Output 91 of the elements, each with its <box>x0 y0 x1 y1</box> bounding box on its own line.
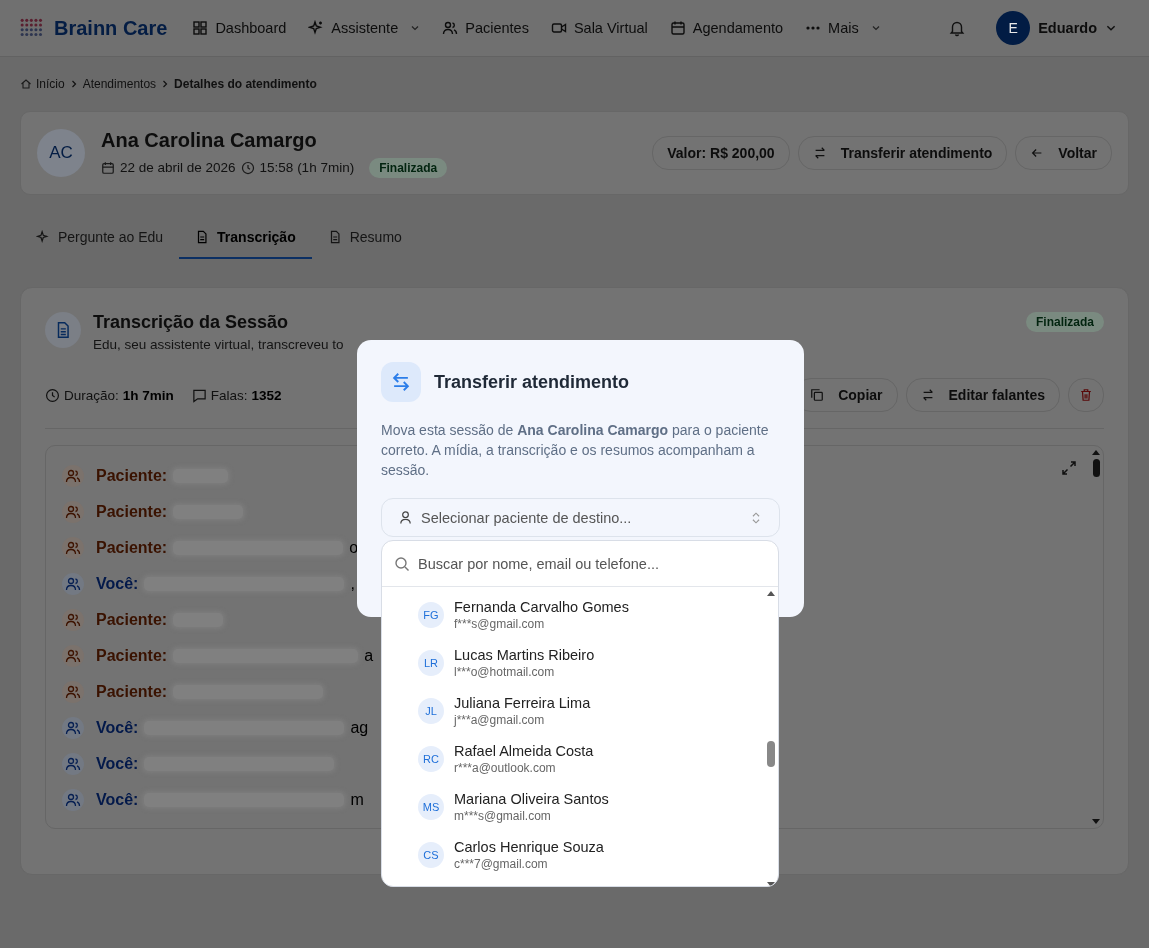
nav-item[interactable]: Assistente <box>299 14 430 42</box>
nav-item[interactable]: Agendamento <box>660 14 793 42</box>
caret-icon <box>870 23 881 33</box>
patient-option[interactable]: FG Fernanda Carvalho Gomes f***s@gmail.com <box>418 591 778 639</box>
section-title: Transcrição da Sessão <box>93 312 290 333</box>
dialog-title: Transferir atendimento <box>434 371 630 393</box>
scrollbar[interactable] <box>766 591 776 886</box>
speaker-label: Paciente: <box>96 647 168 665</box>
users-icon <box>62 501 84 523</box>
speaker-label: Você: <box>96 575 139 593</box>
back-button[interactable]: Voltar <box>1015 136 1112 170</box>
users-icon <box>62 681 84 703</box>
video-camera-icon <box>550 20 567 36</box>
status-badge: Finalizada <box>1026 312 1104 332</box>
price-button[interactable]: Valor: R$ 200,00 <box>652 136 790 170</box>
users-icon <box>62 645 84 667</box>
tab[interactable]: Transcrição <box>179 217 312 259</box>
users-icon <box>62 753 84 775</box>
speech-bubble-icon <box>191 387 207 403</box>
nav-item[interactable]: Pacientes <box>433 14 538 42</box>
nav-item[interactable]: Dashboard <box>183 14 296 42</box>
appointment-time: 15:58 (1h 7min) <box>259 160 355 175</box>
user-name[interactable]: Eduardo <box>1038 20 1097 36</box>
calendar-icon <box>669 20 686 36</box>
clock-icon <box>45 387 60 403</box>
sparkle-icon <box>308 20 325 36</box>
speaker-label: Você: <box>96 791 139 809</box>
transcript-text: o <box>349 539 359 557</box>
section-subtitle: Edu, seu assistente virtual, transcreveu to <box>93 337 344 352</box>
copy-icon <box>810 388 825 402</box>
clock-icon <box>240 160 255 175</box>
users-icon <box>62 789 84 811</box>
nav-item[interactable]: Sala Virtual <box>541 14 657 42</box>
status-badge: Finalizada <box>369 157 448 178</box>
nav-item[interactable]: Mais <box>796 14 890 42</box>
speaker-label: Você: <box>96 719 139 737</box>
edit-speakers-button[interactable]: Editar falantes <box>905 378 1060 412</box>
dotted-logo-icon <box>20 18 44 38</box>
patient-option[interactable]: MS Mariana Oliveira Santos m***s@gmail.com <box>418 783 778 831</box>
patient-name: Ana Carolina Camargo <box>101 128 318 152</box>
expand-icon[interactable] <box>1061 460 1077 476</box>
users-icon <box>442 20 459 36</box>
patient-option[interactable]: LR Lucas Martins Ribeiro l***o@hotmail.com <box>418 639 778 687</box>
speaker-label: Você: <box>96 755 139 773</box>
user-avatar[interactable]: E <box>996 11 1031 45</box>
swap-arrows-icon <box>381 362 421 402</box>
patient-option[interactable]: JL Juliana Ferreira Lima j***a@gmail.com <box>418 687 778 735</box>
patient-option[interactable]: RC Rafael Almeida Costa r***a@outlook.com <box>418 735 778 783</box>
document-icon <box>45 312 81 348</box>
breadcrumb-item[interactable]: Início <box>36 77 65 91</box>
transfer-button[interactable]: Transferir atendimento <box>797 136 1008 170</box>
trash-icon <box>1079 388 1093 402</box>
users-icon <box>62 537 84 559</box>
transcript-text: ag <box>350 719 369 737</box>
users-icon <box>62 609 84 631</box>
duration-value: 1h 7min <box>122 387 174 403</box>
speaker-label: Paciente: <box>96 611 168 629</box>
search-icon <box>394 555 410 572</box>
speaker-label: Paciente: <box>96 539 168 557</box>
speaker-label: Paciente: <box>96 683 168 701</box>
brand-name: Brainn Care <box>54 16 168 40</box>
delete-button[interactable] <box>1068 378 1104 412</box>
appointment-date: 22 de abril de 2026 <box>120 160 236 175</box>
scrollbar[interactable] <box>1091 450 1101 824</box>
calendar-icon <box>101 160 115 175</box>
tab[interactable]: Resumo <box>311 217 418 259</box>
notification-bell-icon[interactable] <box>948 19 967 37</box>
patient-option[interactable]: CS Carlos Henrique Souza c***7@gmail.com <box>418 831 778 879</box>
sparkle-icon <box>36 230 50 244</box>
document-icon <box>195 230 210 244</box>
breadcrumb-item[interactable]: Atendimentos <box>82 77 157 91</box>
speaker-label: Paciente: <box>96 467 168 485</box>
dialog-description: Mova esta sessão de Ana Carolina Camargo para o paciente correto. A mídia, a transcrição e os resumos acompanham a sessão. <box>381 421 770 480</box>
speaker-label: Paciente: <box>96 503 168 521</box>
duration-label: Duração: <box>64 387 119 403</box>
users-icon <box>62 465 84 487</box>
caret-icon <box>410 23 421 33</box>
tab[interactable]: Pergunte ao Edu <box>20 217 180 259</box>
home-icon <box>20 78 32 90</box>
count-value: 1352 <box>251 387 282 403</box>
transcript-text: , <box>350 575 355 593</box>
transcript-text: a <box>364 647 374 665</box>
transcript-text: m <box>350 791 364 809</box>
users-icon <box>62 573 84 595</box>
grid-icon <box>192 20 209 36</box>
count-label: Falas: <box>210 387 248 403</box>
patient-avatar: AC <box>37 129 85 177</box>
person-icon <box>398 510 413 525</box>
users-icon <box>62 717 84 739</box>
breadcrumb-item: Detalhes do atendimento <box>174 77 317 91</box>
patient-select[interactable]: Selecionar paciente de destino... <box>381 498 780 537</box>
